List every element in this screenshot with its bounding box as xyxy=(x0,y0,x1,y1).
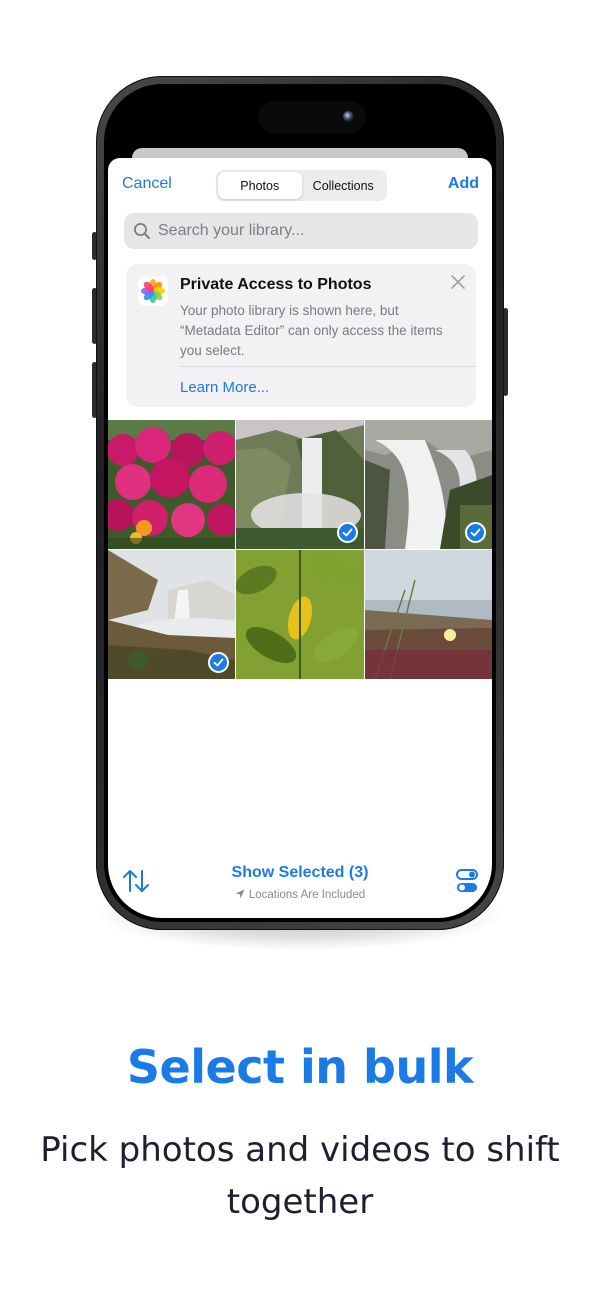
photo-thumbnail[interactable] xyxy=(365,420,492,549)
photo-grid xyxy=(108,420,492,679)
dynamic-island xyxy=(258,101,366,133)
tab-photos[interactable]: Photos xyxy=(218,172,302,199)
show-selected-button[interactable]: Show Selected (3) xyxy=(108,864,492,882)
coastal-plants-photo xyxy=(365,550,492,679)
photos-app-icon xyxy=(138,276,168,306)
search-bar xyxy=(124,213,478,249)
phone-frame: Cancel Photos Collections Add Search you… xyxy=(96,76,504,930)
checkmark-icon xyxy=(470,528,481,537)
notice-divider xyxy=(180,366,476,367)
phone-screen: Cancel Photos Collections Add Search you… xyxy=(108,88,492,918)
tab-collections[interactable]: Collections xyxy=(302,172,386,199)
location-note: Locations Are Included xyxy=(108,889,492,901)
photo-thumbnail[interactable] xyxy=(236,420,364,549)
photo-thumbnail[interactable] xyxy=(365,550,492,679)
camera-icon xyxy=(343,111,354,122)
notice-title: Private Access to Photos xyxy=(180,276,372,293)
search-input[interactable] xyxy=(158,213,458,249)
close-icon[interactable] xyxy=(450,274,466,290)
checkmark-icon xyxy=(342,528,353,537)
private-access-notice: Private Access to Photos Your photo libr… xyxy=(126,264,476,407)
segmented-control: Photos Collections xyxy=(216,170,387,201)
learn-more-link[interactable]: Learn More... xyxy=(180,379,269,396)
selected-check xyxy=(465,522,486,543)
headline: Select in bulk xyxy=(126,1040,474,1094)
photo-thumbnail[interactable] xyxy=(108,420,235,549)
toggles-icon[interactable] xyxy=(456,869,478,893)
notice-body: Your photo library is shown here, but “M… xyxy=(180,303,443,358)
search-icon xyxy=(134,223,150,239)
leaves-photo xyxy=(236,550,364,679)
add-button[interactable]: Add xyxy=(448,175,479,193)
subline: Pick photos and videos to shift together xyxy=(40,1130,560,1222)
checkmark-icon xyxy=(213,658,224,667)
flowers-photo xyxy=(108,420,235,549)
selected-check xyxy=(208,652,229,673)
photo-thumbnail[interactable] xyxy=(108,550,235,679)
cancel-button[interactable]: Cancel xyxy=(122,175,172,193)
photo-picker-sheet: Cancel Photos Collections Add Search you… xyxy=(108,158,492,918)
location-arrow-icon xyxy=(235,889,245,899)
location-note-text: Locations Are Included xyxy=(248,889,366,901)
photo-thumbnail[interactable] xyxy=(236,550,364,679)
selected-check xyxy=(337,522,358,543)
